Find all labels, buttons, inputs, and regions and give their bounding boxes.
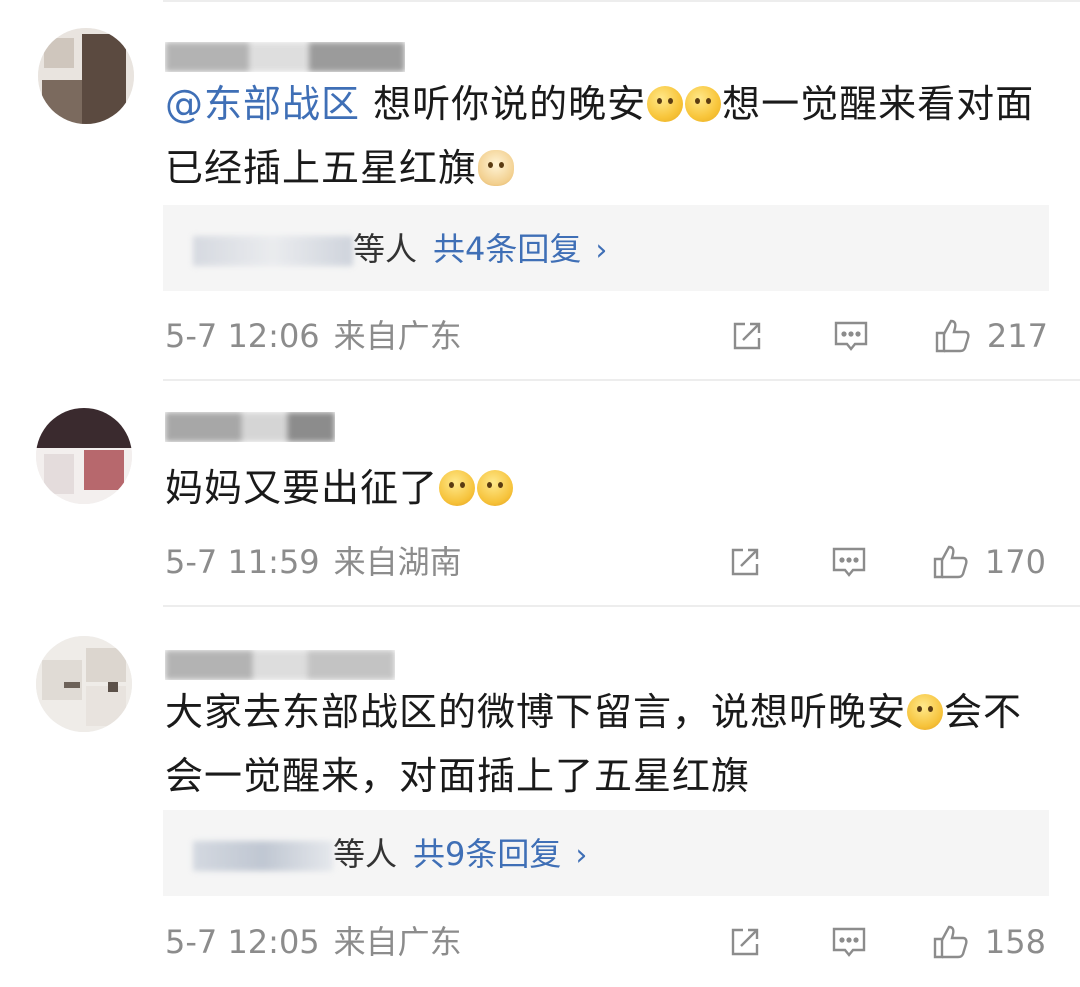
comment-text-part: 大家去东部战区的微博下留言，说想听晚安 bbox=[165, 690, 907, 734]
blurred-reply-names bbox=[193, 841, 333, 871]
timestamp: 5-7 12:05 bbox=[165, 923, 320, 961]
comment-icon bbox=[832, 927, 866, 957]
comment-text-part: 已经插上五星红旗 bbox=[165, 146, 478, 190]
reply-button[interactable] bbox=[831, 316, 871, 356]
like-count: 170 bbox=[984, 543, 1046, 581]
avatar[interactable] bbox=[38, 28, 134, 124]
reply-names: 等人 共9条回复 › bbox=[193, 832, 587, 876]
comment-actions: 217 bbox=[727, 316, 1048, 356]
reply-button[interactable] bbox=[829, 542, 869, 582]
cry-emoji-icon bbox=[477, 470, 514, 506]
like-count: 158 bbox=[984, 923, 1046, 961]
comment-text-part: 会不 bbox=[944, 690, 1023, 734]
comment-text: 大家去东部战区的微博下留言，说想听晚安 会不 会一觉醒来，对面插上了五星红旗 bbox=[165, 680, 1045, 808]
reply-suffix: 等人 bbox=[353, 230, 418, 268]
comment-text-part: 想一觉醒来看对面 bbox=[722, 82, 1035, 126]
username[interactable] bbox=[165, 412, 335, 442]
chevron-right-icon: › bbox=[575, 838, 588, 873]
blurred-reply-names bbox=[193, 236, 353, 266]
mention-link[interactable]: @东部战区 bbox=[165, 82, 360, 126]
comment-meta: 5-7 11:59 来自湖南 bbox=[165, 542, 462, 582]
comment-actions: 170 bbox=[725, 542, 1046, 582]
reply-button[interactable] bbox=[829, 922, 869, 962]
thinking-emoji-icon bbox=[685, 86, 722, 122]
thumbs-up-icon bbox=[933, 925, 968, 959]
comment-text: 妈妈又要出征了 bbox=[165, 456, 1045, 520]
thinking-emoji-icon bbox=[647, 86, 684, 122]
share-button[interactable] bbox=[727, 316, 767, 356]
reply-preview[interactable]: 等人 共9条回复 › bbox=[163, 810, 1049, 896]
reply-count-link[interactable]: 共4条回复 bbox=[433, 230, 581, 268]
timestamp: 5-7 11:59 bbox=[165, 543, 320, 581]
reply-preview[interactable]: 等人 共4条回复 › bbox=[163, 205, 1049, 291]
reply-count-link[interactable]: 共9条回复 bbox=[413, 835, 561, 873]
thumbs-up-icon bbox=[935, 319, 970, 353]
comment-text: @东部战区 想听你说的晚安 想一觉醒来看对面 已经插上五星红旗 bbox=[165, 72, 1045, 200]
cry-emoji-icon bbox=[907, 694, 944, 730]
comment-actions: 158 bbox=[725, 922, 1046, 962]
location: 来自广东 bbox=[333, 923, 462, 961]
cry-emoji-icon bbox=[439, 470, 476, 506]
like-count: 217 bbox=[986, 317, 1048, 355]
chevron-right-icon: › bbox=[595, 233, 608, 268]
avatar[interactable] bbox=[36, 408, 132, 504]
username[interactable] bbox=[165, 42, 405, 72]
comment-meta: 5-7 12:05 来自广东 bbox=[165, 922, 462, 962]
like-button[interactable]: 158 bbox=[931, 922, 1046, 962]
doge-emoji-icon bbox=[478, 150, 515, 186]
location: 来自湖南 bbox=[333, 543, 462, 581]
thumbs-up-icon bbox=[933, 545, 968, 579]
comment-meta: 5-7 12:06 来自广东 bbox=[165, 316, 462, 356]
comment-text-part: 妈妈又要出征了 bbox=[165, 466, 439, 510]
reply-suffix: 等人 bbox=[333, 835, 398, 873]
share-icon bbox=[731, 928, 759, 956]
comment-icon bbox=[834, 321, 868, 351]
reply-names: 等人 共4条回复 › bbox=[193, 227, 607, 271]
avatar[interactable] bbox=[36, 636, 132, 732]
like-button[interactable]: 170 bbox=[931, 542, 1046, 582]
comment-icon bbox=[832, 547, 866, 577]
share-icon bbox=[733, 322, 761, 350]
share-button[interactable] bbox=[725, 922, 765, 962]
location: 来自广东 bbox=[333, 317, 462, 355]
like-button[interactable]: 217 bbox=[933, 316, 1048, 356]
comment-text-part: 想听你说的晚安 bbox=[373, 82, 647, 126]
username[interactable] bbox=[165, 650, 395, 680]
comment-item: @东部战区 想听你说的晚安 想一觉醒来看对面 已经插上五星红旗 等人 共4条回复 › … bbox=[0, 0, 1080, 380]
comment-item: 妈妈又要出征了 5-7 11:59 来自湖南 170 bbox=[0, 380, 1080, 606]
comment-item: 大家去东部战区的微博下留言，说想听晚安 会不 会一觉醒来，对面插上了五星红旗 等人… bbox=[0, 606, 1080, 987]
comment-text-part: 会一觉醒来，对面插上了五星红旗 bbox=[165, 754, 751, 798]
share-icon bbox=[731, 548, 759, 576]
share-button[interactable] bbox=[725, 542, 765, 582]
timestamp: 5-7 12:06 bbox=[165, 317, 320, 355]
